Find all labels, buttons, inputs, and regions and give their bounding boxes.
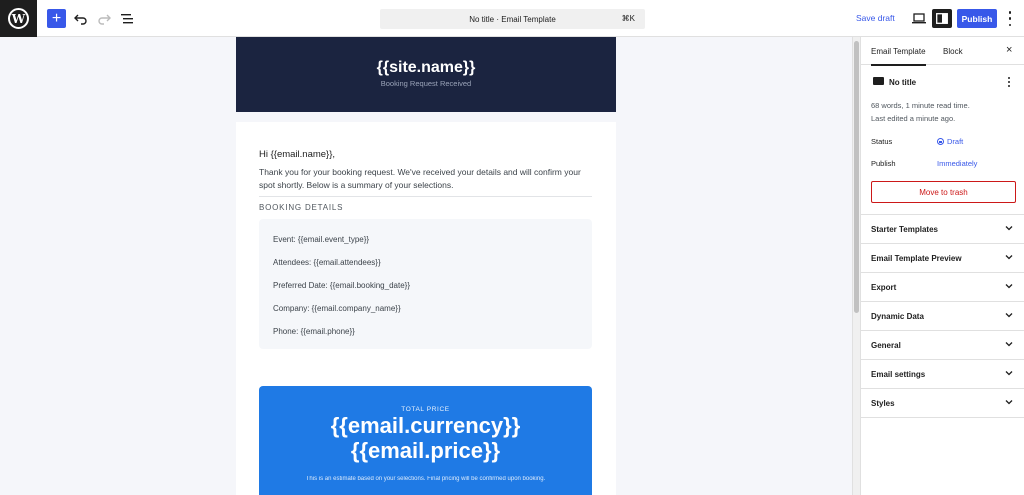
booking-details-heading[interactable]: BOOKING DETAILS [259, 203, 343, 212]
doc-meta: 68 words, 1 minute read time. Last edite… [871, 99, 970, 125]
wordpress-logo-icon[interactable]: W [0, 0, 37, 37]
panel-label: Dynamic Data [871, 312, 924, 321]
chevron-down-icon [1005, 226, 1013, 231]
panel-export[interactable]: Export [861, 273, 1024, 302]
draft-icon [937, 138, 944, 145]
detail-row-phone[interactable]: Phone: {{email.phone}} [273, 327, 355, 336]
document-summary: No title 68 words, 1 minute read time. L… [861, 65, 1024, 215]
settings-sidebar: Email Template Block × No title 68 words… [860, 37, 1024, 495]
detail-row-event[interactable]: Event: {{email.event_type}} [273, 235, 369, 244]
envelope-icon [873, 77, 884, 85]
undo-icon[interactable] [73, 9, 89, 28]
chevron-down-icon [1005, 371, 1013, 376]
header-subtitle: Booking Request Received [380, 79, 472, 88]
publish-button[interactable]: Publish [957, 9, 997, 28]
word-count: 68 words, 1 minute read time. [871, 101, 970, 110]
panel-general[interactable]: General [861, 331, 1024, 360]
price-amount: {{email.price}} [350, 438, 501, 463]
publish-label: Publish [871, 159, 896, 168]
document-title: No title · Email Template [469, 14, 556, 24]
panel-label: Starter Templates [871, 225, 938, 234]
detail-row-attendees[interactable]: Attendees: {{email.attendees}} [273, 258, 381, 267]
canvas-scrollbar[interactable] [852, 37, 860, 495]
chevron-down-icon [1005, 313, 1013, 318]
chevron-down-icon [1005, 400, 1013, 405]
total-price-label: TOTAL PRICE [401, 406, 450, 413]
publish-row: Publish Immediately [871, 159, 977, 168]
status-label: Status [871, 137, 893, 146]
panel-label: Styles [871, 399, 895, 408]
status-value: Draft [947, 137, 964, 146]
panel-starter-templates[interactable]: Starter Templates [861, 215, 1024, 244]
chevron-down-icon [1005, 255, 1013, 260]
options-icon[interactable] [1005, 11, 1015, 26]
sidebar-tabs: Email Template Block × [861, 37, 1024, 66]
chevron-down-icon [1005, 284, 1013, 289]
scrollbar-thumb[interactable] [854, 41, 859, 313]
doc-title: No title [889, 78, 917, 87]
panel-dynamic-data[interactable]: Dynamic Data [861, 302, 1024, 331]
doc-options-icon[interactable] [1007, 77, 1011, 87]
email-body[interactable]: Hi {{email.name}}, Thank you for your bo… [236, 122, 616, 495]
last-edited: Last edited a minute ago. [871, 114, 956, 123]
close-icon[interactable]: × [1006, 45, 1012, 56]
settings-icon[interactable] [932, 9, 952, 28]
greeting-text[interactable]: Hi {{email.name}}, [259, 149, 335, 160]
panel-email-settings[interactable]: Email settings [861, 360, 1024, 389]
total-price-box[interactable]: TOTAL PRICE {{email.currency}} {{email.p… [259, 386, 592, 495]
panel-label: Export [871, 283, 897, 292]
booking-details-box[interactable]: Event: {{email.event_type}} Attendees: {… [259, 219, 592, 349]
tab-email-template[interactable]: Email Template [871, 37, 926, 66]
list-view-icon[interactable] [120, 9, 134, 28]
shortcut-hint: ⌘K [621, 14, 635, 23]
command-palette-bar[interactable]: No title · Email Template ⌘K [380, 9, 645, 29]
separator [259, 196, 592, 197]
detail-row-company[interactable]: Company: {{email.company_name}} [273, 304, 401, 313]
desktop-view-icon[interactable] [912, 12, 926, 24]
tab-block[interactable]: Block [943, 37, 963, 65]
panel-email-template-preview[interactable]: Email Template Preview [861, 244, 1024, 273]
add-block-button[interactable]: + [47, 9, 66, 28]
panel-label: Email Template Preview [871, 254, 962, 263]
price-note: This is an estimate based on your select… [305, 476, 546, 482]
status-button[interactable]: Draft [937, 137, 963, 146]
redo-icon[interactable] [96, 9, 112, 28]
email-header[interactable]: {{site.name}} Booking Request Received [236, 37, 616, 112]
panel-label: Email settings [871, 370, 926, 379]
save-draft-button[interactable]: Save draft [856, 13, 895, 23]
status-row: Status Draft [871, 137, 963, 146]
editor-canvas: {{site.name}} Booking Request Received H… [0, 37, 852, 495]
intro-paragraph[interactable]: Thank you for your booking request. We'v… [259, 166, 594, 191]
chevron-down-icon [1005, 342, 1013, 347]
panel-label: General [871, 341, 901, 350]
price-currency: {{email.currency}} [330, 413, 521, 438]
site-name: {{site.name}} [376, 59, 476, 76]
publish-date-button[interactable]: Immediately [937, 159, 977, 168]
move-to-trash-button[interactable]: Move to trash [871, 181, 1016, 203]
plus-icon: + [51, 10, 62, 27]
editor-toolbar: W + No title · Email Template ⌘K Save dr… [0, 0, 1024, 37]
panel-styles[interactable]: Styles [861, 389, 1024, 418]
detail-row-date[interactable]: Preferred Date: {{email.booking_date}} [273, 281, 410, 290]
